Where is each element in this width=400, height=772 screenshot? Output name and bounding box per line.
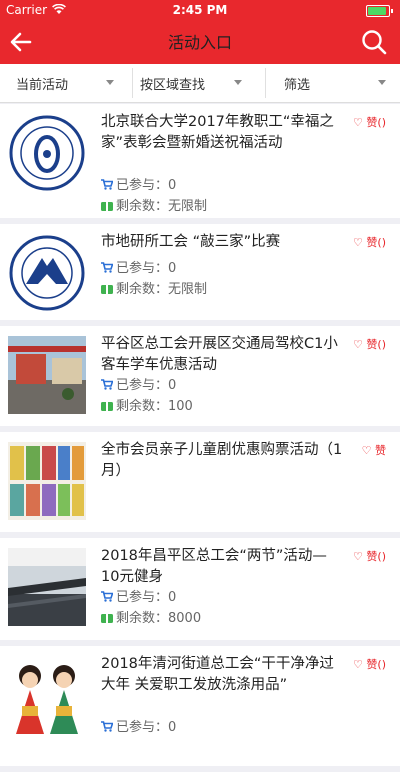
joined-count: 已参与：0: [101, 586, 176, 605]
gift-icon: [101, 285, 113, 294]
list-item[interactable]: 市地研所工会 “敲三家”比赛 ♡ 赞() 已参与：0 剩余数：无限制: [0, 224, 400, 320]
remaining-text: 剩余数：无限制: [116, 199, 208, 214]
battery-icon: [366, 5, 393, 17]
cart-icon: [101, 379, 113, 390]
item-title: 2018年昌平区总工会“两节”活动—10元健身: [101, 548, 327, 585]
children-drama-poster: [8, 442, 86, 520]
list-item[interactable]: 全市会员亲子儿童剧优惠购票活动（1月） ♡ 赞: [0, 432, 400, 532]
remaining-count: 剩余数：无限制: [101, 278, 207, 297]
cart-icon: [101, 262, 113, 273]
remaining-count: 剩余数：无限制: [101, 195, 207, 214]
cart-icon: [101, 721, 113, 732]
remaining-text: 剩余数：8000: [116, 611, 202, 626]
cart-icon: [101, 179, 113, 190]
search-icon[interactable]: [360, 28, 388, 56]
university-logo-image: [8, 114, 86, 192]
gift-icon: [101, 614, 113, 623]
remaining-text: 剩余数：无限制: [116, 282, 208, 297]
like-button[interactable]: ♡ 赞(): [353, 336, 386, 352]
item-title: 全市会员亲子儿童剧优惠购票活动（1月）: [101, 442, 343, 479]
remaining-text: 剩余数：100: [116, 399, 193, 414]
institute-logo-image: [8, 234, 86, 312]
like-button[interactable]: ♡ 赞(): [353, 656, 386, 672]
joined-text: 已参与：0: [116, 178, 177, 193]
chevron-down-icon: [234, 80, 242, 85]
status-bar: Carrier 2:45 PM: [0, 0, 400, 20]
activity-list: 北京联合大学2017年教职工“幸福之家”表彰会暨新婚送祝福活动 ♡ 赞() 已参…: [0, 104, 400, 772]
gift-icon: [101, 202, 113, 211]
remaining-count: 剩余数：100: [101, 395, 193, 414]
list-item[interactable]: 平谷区总工会开展区交通局驾校C1小客车学车优惠活动 ♡ 赞() 已参与：0 剩余…: [0, 326, 400, 426]
filter-by-region[interactable]: 按区域查找: [133, 64, 266, 102]
chevron-down-icon: [378, 80, 386, 85]
list-item[interactable]: 2018年清河街道总工会“干干净净过大年 关爱职工发放洗涤用品” ♡ 赞() 已…: [0, 646, 400, 766]
like-button[interactable]: ♡ 赞(): [353, 114, 386, 130]
joined-count: 已参与：0: [101, 257, 176, 276]
clock: 2:45 PM: [172, 3, 228, 17]
filter-label: 当前活动: [16, 78, 69, 93]
list-item[interactable]: 北京联合大学2017年教职工“幸福之家”表彰会暨新婚送祝福活动 ♡ 赞() 已参…: [0, 104, 400, 218]
like-button[interactable]: ♡ 赞(): [353, 234, 386, 250]
item-title: 2018年清河街道总工会“干干净净过大年 关爱职工发放洗涤用品”: [101, 656, 334, 693]
filter-screen[interactable]: 筛选: [266, 64, 400, 102]
driving-school-photo: [8, 336, 86, 414]
gift-icon: [101, 402, 113, 411]
joined-count: 已参与：0: [101, 374, 176, 393]
joined-text: 已参与：0: [116, 378, 177, 393]
joined-text: 已参与：0: [116, 720, 177, 735]
page-title: 活动入口: [167, 33, 232, 52]
item-title: 平谷区总工会开展区交通局驾校C1小客车学车优惠活动: [101, 336, 338, 373]
item-title: 北京联合大学2017年教职工“幸福之家”表彰会暨新婚送祝福活动: [101, 114, 334, 151]
filter-label: 筛选: [284, 78, 311, 93]
nav-bar: 活动入口: [0, 20, 400, 64]
gym-photo: [8, 548, 86, 626]
remaining-count: 剩余数：8000: [101, 607, 201, 626]
joined-text: 已参与：0: [116, 590, 177, 605]
like-button[interactable]: ♡ 赞(): [353, 548, 386, 564]
like-button[interactable]: ♡ 赞: [362, 442, 386, 458]
joined-count: 已参与：0: [101, 174, 176, 193]
cart-icon: [101, 591, 113, 602]
joined-text: 已参与：0: [116, 261, 177, 276]
joined-count: 已参与：0: [101, 716, 176, 735]
new-year-dolls-image: [8, 656, 86, 734]
filter-bar: 当前活动 按区域查找 筛选: [0, 64, 400, 103]
filter-label: 按区域查找: [140, 78, 206, 93]
filter-current-activity[interactable]: 当前活动: [0, 64, 133, 102]
chevron-down-icon: [106, 80, 114, 85]
list-item[interactable]: 2018年昌平区总工会“两节”活动—10元健身 ♡ 赞() 已参与：0 剩余数：…: [0, 538, 400, 640]
item-title: 市地研所工会 “敲三家”比赛: [101, 234, 281, 250]
